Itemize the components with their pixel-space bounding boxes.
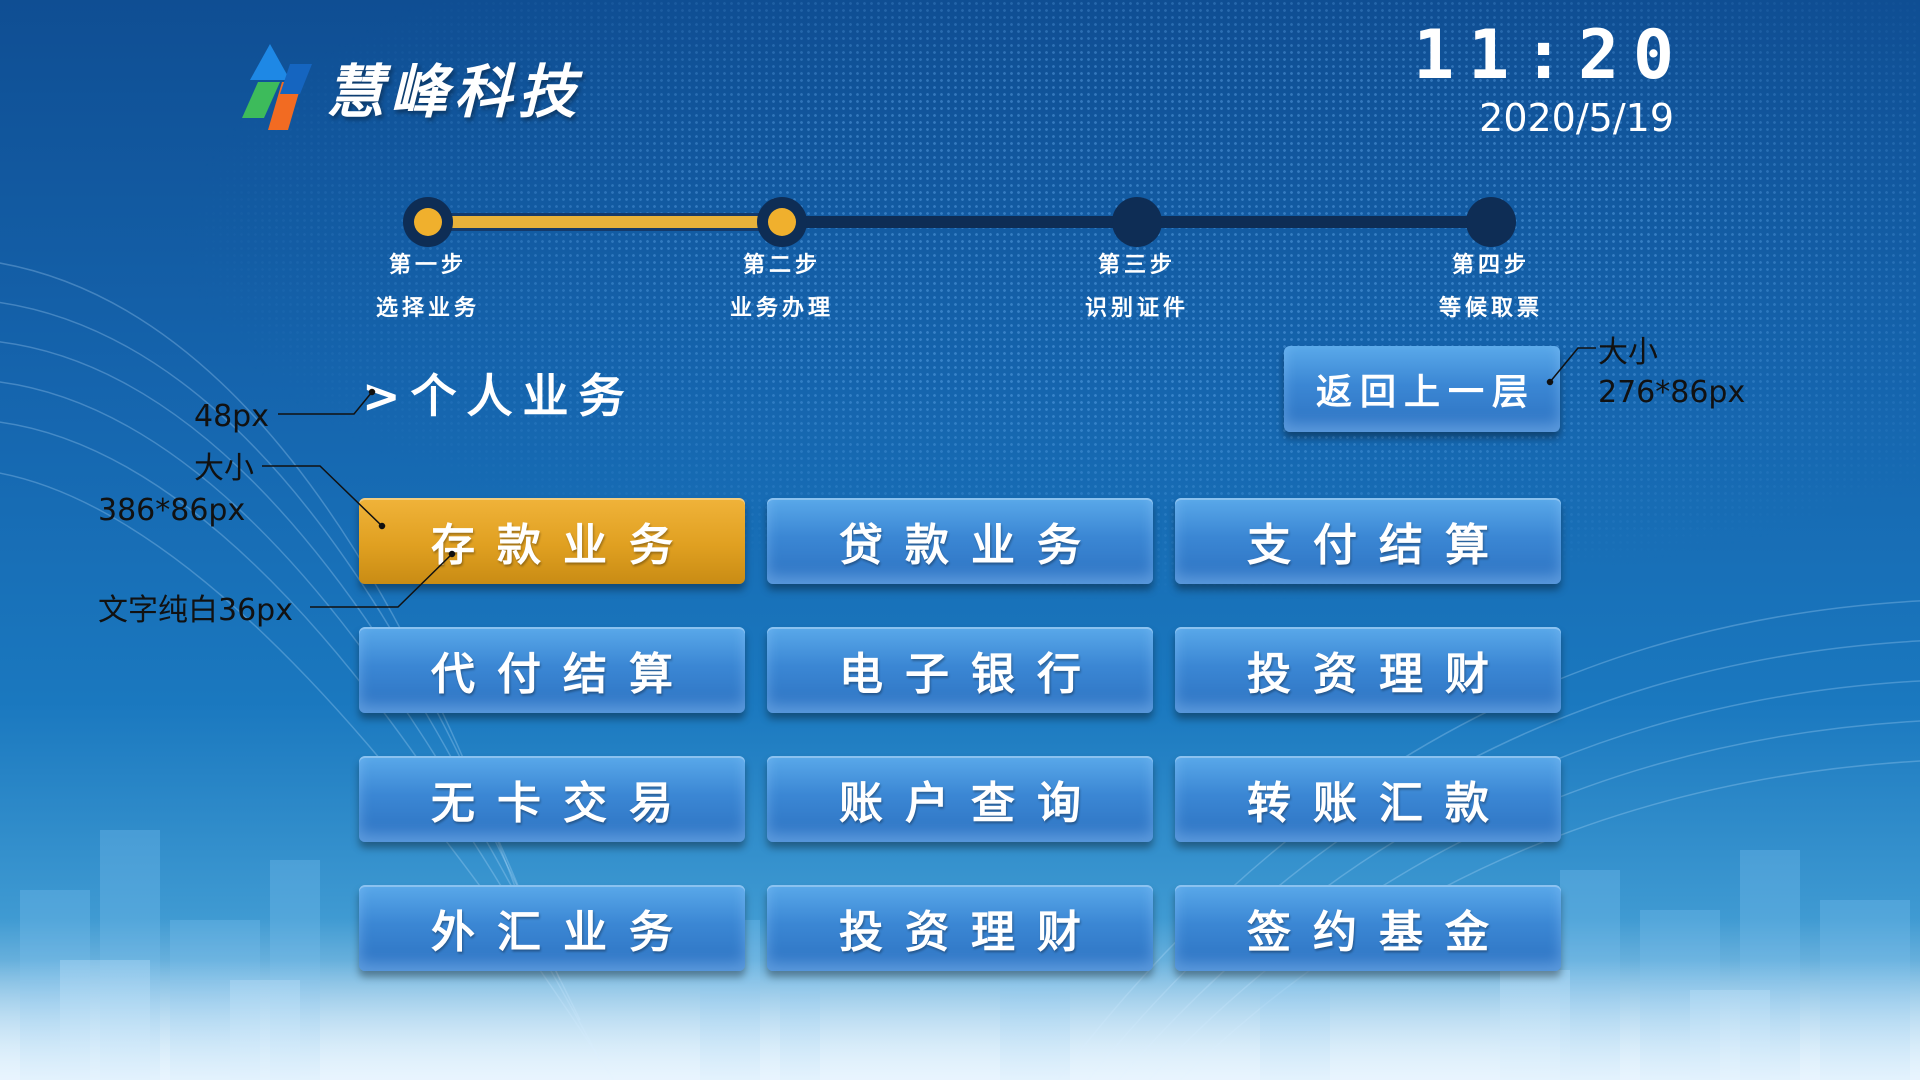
step-number: 第二步 [742, 253, 821, 278]
annotation-button-text: 文字纯白36px [98, 593, 293, 628]
service-button-cardless[interactable]: 无卡交易 [359, 756, 745, 842]
service-button-account-query[interactable]: 账户查询 [767, 756, 1153, 842]
service-button-agency-payment[interactable]: 代付结算 [359, 627, 745, 713]
service-button-transfer[interactable]: 转账汇款 [1175, 756, 1561, 842]
back-button[interactable]: 返回上一层 [1284, 346, 1560, 432]
bottom-glow [0, 960, 1920, 1080]
logo-mark-icon [242, 44, 312, 130]
step-title: 选择业务 [375, 296, 480, 321]
annotation-button-size-label: 大小 [194, 451, 254, 486]
step-1-label: 第一步 选择业务 [348, 244, 508, 330]
service-button-forex[interactable]: 外汇业务 [359, 885, 745, 971]
step-2-dot [757, 197, 807, 247]
step-title: 识别证件 [1084, 296, 1189, 321]
annotation-title-size: 48px [194, 399, 269, 434]
brand-logo: 慧峰科技 [240, 42, 582, 132]
annotation-button-size: 386*86px [98, 493, 246, 528]
service-button-e-banking[interactable]: 电子银行 [767, 627, 1153, 713]
step-number: 第四步 [1451, 253, 1530, 278]
step-title: 业务办理 [729, 296, 834, 321]
service-button-payment-settlement[interactable]: 支付结算 [1175, 498, 1561, 584]
clock: 11:20 2020/5/19 [1413, 16, 1688, 141]
step-4-label: 第四步 等候取票 [1411, 244, 1571, 330]
service-button-fund-signing[interactable]: 签约基金 [1175, 885, 1561, 971]
service-button-investment-2[interactable]: 投资理财 [767, 885, 1153, 971]
clock-date: 2020/5/19 [1479, 96, 1674, 140]
step-2-label: 第二步 业务办理 [702, 244, 862, 330]
service-button-investment[interactable]: 投资理财 [1175, 627, 1561, 713]
step-title: 等候取票 [1438, 296, 1543, 321]
step-1-dot [403, 197, 453, 247]
step-3-dot [1112, 197, 1162, 247]
step-4-dot [1466, 197, 1516, 247]
step-number: 第三步 [1097, 253, 1176, 278]
service-button-loan[interactable]: 贷款业务 [767, 498, 1153, 584]
step-number: 第一步 [388, 253, 467, 278]
section-title: >个人业务 [362, 369, 635, 423]
service-button-deposit[interactable]: 存款业务 [359, 498, 745, 584]
annotation-back-size-label: 大小 [1598, 335, 1658, 370]
brand-name: 慧峰科技 [326, 58, 583, 126]
annotation-back-size: 276*86px [1598, 375, 1746, 410]
progress-track-completed [428, 216, 782, 228]
step-3-label: 第三步 识别证件 [1057, 244, 1217, 330]
clock-time: 11:20 [1413, 16, 1688, 95]
